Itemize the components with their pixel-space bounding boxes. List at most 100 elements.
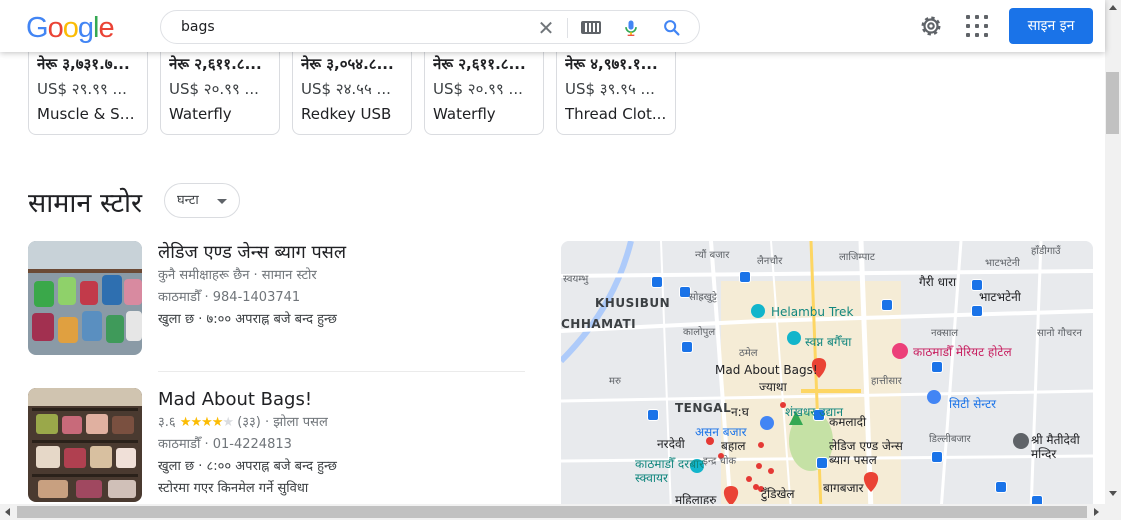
logo-letter: G [26, 12, 49, 44]
vertical-scroll-thumb[interactable] [1106, 72, 1119, 134]
microphone-icon[interactable] [621, 17, 641, 39]
product-card[interactable]: नेरू ४,९७१.१... US$ ३९.९५ ... Thread Clo… [556, 44, 676, 135]
scroll-right-arrow-icon[interactable] [1094, 508, 1099, 516]
scroll-up-arrow-icon[interactable] [1109, 5, 1117, 10]
map-label: KHUSIBUN [595, 296, 671, 310]
store-meta: कुनै समीक्षाहरू छैन · सामान स्टोर [158, 268, 317, 283]
horizontal-scroll-thumb[interactable] [17, 506, 1087, 518]
map-label: भाटभटेनी [985, 258, 1020, 269]
top-bar: Google bags ✕ साइन इन [0, 0, 1105, 52]
product-card[interactable]: नेरू २,६११.८... US$ २०.९९ ... Waterfly [424, 44, 544, 135]
rating-value: ३.६ [158, 415, 176, 430]
store-photo[interactable] [28, 241, 142, 355]
product-usd-price: US$ २०.९९ ... [169, 80, 259, 98]
product-price: नेरू ३,०५४.८... [301, 55, 394, 73]
stars-empty: ★ [222, 415, 234, 430]
store-photo[interactable] [28, 388, 142, 502]
google-logo[interactable]: Google [26, 12, 115, 45]
product-price: नेरू ४,९७१.१... [565, 55, 658, 73]
map-label: न्यौं बजार [695, 250, 730, 261]
map-label: न:घ [731, 405, 749, 419]
clear-search-icon[interactable]: ✕ [535, 17, 557, 39]
logo-letter: e [98, 12, 114, 44]
map-label: बागबजार [823, 481, 864, 495]
stars-filled: ★★★★ [179, 415, 224, 430]
map-label: बहाल [721, 439, 746, 453]
logo-letter: g [77, 12, 94, 44]
product-store: Muscle & St... [37, 105, 139, 123]
map-label: हात्तीसार [871, 376, 902, 387]
map-label: मरु [609, 376, 621, 387]
bus-stop-icon [971, 305, 983, 317]
product-usd-price: US$ ३९.९५ ... [565, 80, 655, 98]
product-usd-price: US$ २४.५५ ... [301, 80, 391, 98]
store-address-phone: काठमाडौँ · 984-1403741 [158, 290, 301, 305]
product-card[interactable]: नेरू २,६११.८... US$ २०.९९ ... Waterfly [160, 44, 280, 135]
map-label: काठमाडौँ दरबार स्क्वायर [635, 457, 705, 485]
settings-gear-icon[interactable] [918, 13, 944, 39]
store-name[interactable]: लेडिज एण्ड जेन्स ब्याग पसल [158, 241, 528, 265]
bus-stop-icon [816, 457, 828, 469]
product-card[interactable]: नेरू ३,७३१.७... US$ २९.९९ ... Muscle & S… [28, 44, 148, 135]
listing-divider [158, 371, 525, 372]
store-hours: खुला छ · ७:०० अपराह्न बजे बन्द हुन्छ [158, 312, 337, 327]
map-label: सानो गौचरन [1037, 328, 1082, 339]
search-divider [567, 18, 568, 38]
map-label: हाँडीगाउँ [1031, 246, 1061, 257]
product-card[interactable]: नेरू ३,०५४.८... US$ २४.५५ ... Redkey USB [292, 44, 412, 135]
store-map[interactable]: न्यौं बजार लैनचौर लाजिम्पाट हाँडीगाउँ स्… [561, 241, 1093, 511]
map-label: लैनचौर [757, 256, 783, 267]
product-price: नेरू ३,७३१.७... [37, 55, 130, 73]
product-store: Thread Clot... [565, 105, 667, 123]
store-rating-row: ३.६ ★★★★★ (३३) · झोला पसल [158, 412, 528, 434]
store-address-phone: काठमाडौँ · 01-4224813 [158, 437, 292, 452]
map-label: स्वयम्भु [563, 274, 589, 285]
map-label: लेडिज एण्ड जेन्स ब्याग पसल [829, 439, 903, 467]
bus-stop-icon [931, 451, 943, 463]
map-label: भाटभटेनी [979, 290, 1021, 304]
map-label: CHHAMATI [561, 317, 637, 331]
logo-letter: o [62, 12, 79, 44]
store-name[interactable]: Mad About Bags! [158, 388, 528, 412]
map-label: नक्साल [931, 328, 959, 339]
bus-stop-icon [647, 409, 659, 421]
store-hours: खुला छ · ८:०० अपराह्न बजे बन्द हुन्छ [158, 459, 337, 474]
rating-count-category: (३३) · झोला पसल [237, 415, 328, 430]
map-label: श्री मैतीदेवी मन्दिर [1031, 433, 1080, 461]
search-icon[interactable] [661, 17, 683, 39]
scroll-left-arrow-icon[interactable] [5, 508, 10, 516]
chevron-down-icon [217, 199, 227, 204]
product-store: Waterfly [169, 105, 232, 123]
bus-stop-icon [681, 341, 693, 353]
map-label: ज्याथा [759, 380, 787, 394]
map-label: Mad About Bags! [715, 363, 818, 377]
map-label: काठमाडौँ मेरियट होटेल [913, 345, 1012, 359]
store-listing[interactable]: लेडिज एण्ड जेन्स ब्याग पसल कुनै समीक्षाह… [28, 241, 525, 356]
map-label: सिटी सेन्टर [949, 397, 997, 411]
keyboard-icon[interactable] [581, 21, 601, 34]
apps-grid-icon[interactable] [966, 15, 988, 37]
store-service: स्टोरमा गएर किनमेल गर्ने सुविधा [158, 481, 309, 496]
hours-filter-chip[interactable]: घन्टा [164, 183, 240, 218]
map-label: कमलादी [829, 415, 867, 429]
map-label: नरदेवी [657, 437, 685, 451]
map-label: डिल्लीबजार [929, 434, 971, 445]
map-label: TENGAL [675, 401, 732, 415]
sign-in-button[interactable]: साइन इन [1009, 8, 1093, 44]
bus-stop-icon [931, 361, 943, 373]
logo-letter: o [47, 12, 64, 44]
product-store: Waterfly [433, 105, 496, 123]
map-label: कालोपुल [683, 327, 716, 338]
map-label: सोह्रखुट्टे [689, 292, 717, 303]
star-rating-icon: ★★★★★ [179, 415, 234, 430]
bus-stop-icon [739, 271, 751, 283]
hours-filter-label: घन्टा [177, 193, 199, 208]
search-box[interactable]: bags ✕ [160, 10, 700, 44]
search-input[interactable]: bags [181, 19, 215, 35]
bus-stop-icon [881, 299, 893, 311]
scroll-down-arrow-icon[interactable] [1109, 491, 1117, 496]
map-label: ठमेल [739, 348, 758, 359]
store-listing[interactable]: Mad About Bags! ३.६ ★★★★★ (३३) · झोला पस… [28, 388, 525, 504]
store-info: Mad About Bags! ३.६ ★★★★★ (३३) · झोला पस… [158, 388, 528, 500]
map-label: लाजिम्पाट [839, 252, 875, 263]
